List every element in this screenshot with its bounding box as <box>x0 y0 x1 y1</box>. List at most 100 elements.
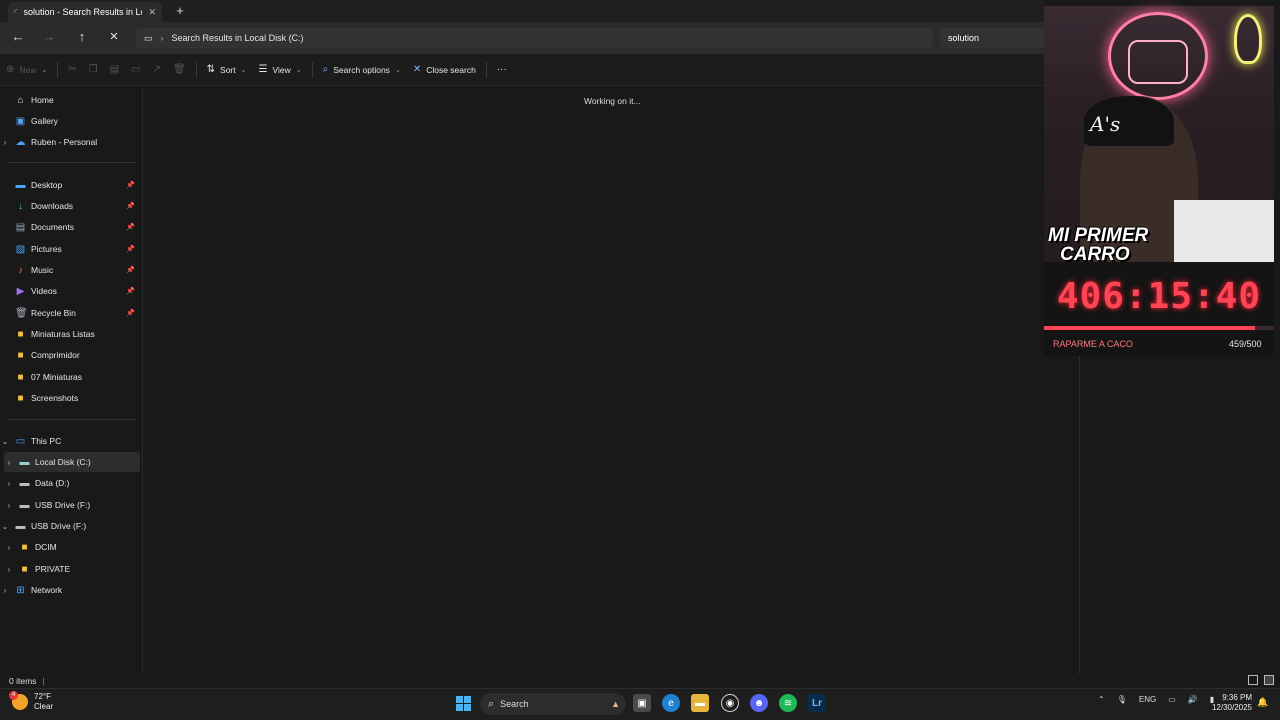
sidebar-item-desktop[interactable]: ▬ Desktop 📌 <box>0 175 140 195</box>
sidebar-divider <box>8 419 136 420</box>
view-toggle <box>1248 675 1274 685</box>
weather-widget[interactable]: 4 72°F Clear <box>9 691 54 712</box>
sidebar-item-onedrive[interactable]: › ☁ Ruben - Personal <box>0 132 140 152</box>
chevron-down-icon[interactable]: ⌄ <box>0 522 10 531</box>
sort-button[interactable]: ⇅ Sort ⌄ <box>201 58 253 82</box>
sidebar-item-home[interactable]: ⌂ Home <box>0 90 140 110</box>
taskbar-search[interactable]: ⌕ Search ▲ <box>480 693 626 715</box>
delete-icon[interactable]: 🗑 <box>167 58 192 82</box>
chevron-right-icon[interactable]: › <box>0 138 10 147</box>
notification-bell-icon[interactable]: 🔔 <box>1257 697 1268 708</box>
view-button[interactable]: ☰ View ⌄ <box>253 58 308 82</box>
document-icon: ▤ <box>15 221 26 233</box>
explorer-tab[interactable]: ◜ solution - Search Results in Lo ✕ <box>8 2 162 22</box>
forward-arrow-icon[interactable]: → <box>39 27 59 47</box>
chevron-up-icon[interactable]: ⌃ <box>1098 695 1105 704</box>
sidebar-item-private[interactable]: › ■ PRIVATE <box>4 559 144 579</box>
task-view-icon[interactable]: ▣ <box>633 694 651 712</box>
folder-icon: ■ <box>17 392 24 404</box>
chevron-right-icon[interactable]: › <box>0 586 10 595</box>
sidebar-item-recycle-bin[interactable]: 🗑 Recycle Bin 📌 <box>0 303 140 323</box>
sidebar-item-miniaturas-listas[interactable]: ■ Miniaturas Listas <box>0 324 140 344</box>
sidebar-item-downloads[interactable]: ↓ Downloads 📌 <box>0 196 140 216</box>
close-search-button[interactable]: ✕ Close search <box>407 58 482 82</box>
streamer-shirt <box>1174 200 1274 262</box>
stop-loading-icon[interactable]: ✕ <box>104 27 124 47</box>
ellipsis-icon: ··· <box>496 64 507 75</box>
sidebar-item-this-pc[interactable]: ⌄ ▭ This PC <box>0 431 140 451</box>
share-icon[interactable]: ↗ <box>147 58 167 82</box>
pin-icon[interactable]: 📌 <box>126 223 135 231</box>
new-tab-button[interactable]: + <box>172 3 188 19</box>
toolbar-divider <box>57 61 59 78</box>
paste-icon[interactable]: ▤ <box>104 58 125 82</box>
pin-icon[interactable]: 📌 <box>126 181 135 189</box>
chevron-right-icon[interactable]: › <box>4 479 14 488</box>
windows-logo-icon <box>455 695 471 711</box>
lightroom-icon[interactable]: Lr <box>808 694 826 712</box>
chevron-right-icon[interactable]: › <box>4 543 14 552</box>
system-clock[interactable]: 9:36 PM 12/30/2025 <box>1208 693 1252 713</box>
tiles-view-icon[interactable] <box>1264 675 1274 685</box>
sidebar-item-documents[interactable]: ▤ Documents 📌 <box>0 217 140 237</box>
start-button[interactable] <box>454 694 472 712</box>
back-arrow-icon[interactable]: ← <box>8 27 28 47</box>
close-icon: ✕ <box>412 64 422 75</box>
pin-icon[interactable]: 📌 <box>126 245 135 253</box>
pin-icon[interactable]: 📌 <box>126 266 135 274</box>
chevron-right-icon[interactable]: › <box>4 565 14 574</box>
volume-icon[interactable]: 🔊 <box>1188 695 1198 704</box>
status-bar: 0 items | <box>0 674 1280 688</box>
rename-icon[interactable]: ▭ <box>125 58 146 82</box>
sidebar-item-label: Music <box>31 265 54 275</box>
sidebar-item-07-miniaturas[interactable]: ■ 07 Miniaturas <box>0 367 140 387</box>
sidebar-item-network[interactable]: › ⊞ Network <box>0 580 140 600</box>
sidebar-item-music[interactable]: ♪ Music 📌 <box>0 260 140 280</box>
sidebar-item-usb-drive-root[interactable]: ⌄ ▬ USB Drive (F:) <box>0 516 140 536</box>
network-icon[interactable]: ▭ <box>1168 695 1176 704</box>
close-tab-icon[interactable]: ✕ <box>148 7 156 18</box>
sidebar-item-comprimidor[interactable]: ■ Comprimidor <box>0 345 140 365</box>
new-button[interactable]: ⊕ New ⌄ <box>0 58 53 82</box>
pin-icon[interactable]: 📌 <box>126 309 135 317</box>
sidebar-item-local-disk-c[interactable]: › ▬ Local Disk (C:) <box>4 452 140 472</box>
chevron-down-icon: ⌄ <box>394 66 401 74</box>
sidebar-item-dcim[interactable]: › ■ DCIM <box>4 537 144 557</box>
promo-banner: MI PRIMER CARRO <box>1048 226 1148 264</box>
address-bar[interactable]: ▭ › Search Results in Local Disk (C:) <box>136 28 933 48</box>
edge-browser-icon[interactable]: e <box>662 694 680 712</box>
chevron-right-icon[interactable]: › <box>4 501 14 510</box>
sidebar-item-screenshots[interactable]: ■ Screenshots <box>0 388 140 408</box>
search-options-button[interactable]: ⌕ Search options ⌄ <box>317 58 407 82</box>
loading-icon: ◜ <box>14 6 18 17</box>
search-options-label: Search options <box>333 64 390 75</box>
file-explorer-icon[interactable]: ▬ <box>691 694 709 712</box>
sidebar-item-usb-drive-f[interactable]: › ▬ USB Drive (F:) <box>4 495 144 515</box>
details-view-icon[interactable] <box>1248 675 1258 685</box>
sidebar-item-label: PRIVATE <box>35 564 71 574</box>
sidebar-item-pictures[interactable]: ▨ Pictures 📌 <box>0 239 140 259</box>
folder-icon: ■ <box>21 563 28 575</box>
language-indicator[interactable]: ENG <box>1139 695 1156 704</box>
sidebar-item-data-d[interactable]: › ▬ Data (D:) <box>4 473 144 493</box>
search-input[interactable]: solution <box>940 28 1044 48</box>
sidebar-item-gallery[interactable]: ▣ Gallery <box>0 111 140 131</box>
chevron-right-icon[interactable]: › <box>4 458 14 467</box>
discord-icon[interactable]: ☻ <box>750 694 768 712</box>
sidebar-item-label: Miniaturas Listas <box>31 329 95 339</box>
loading-message: Working on it... <box>584 96 641 106</box>
sidebar-item-videos[interactable]: ▶ Videos 📌 <box>0 281 140 301</box>
spotify-icon[interactable]: ≋ <box>779 694 797 712</box>
address-path: Search Results in Local Disk (C:) <box>171 33 304 43</box>
cut-icon[interactable]: ✂ <box>62 58 82 82</box>
file-list-pane[interactable] <box>144 87 1080 674</box>
up-arrow-icon[interactable]: ↑ <box>72 27 92 47</box>
pin-icon[interactable]: 📌 <box>126 287 135 295</box>
pin-icon[interactable]: 📌 <box>126 202 135 210</box>
weather-desc: Clear <box>34 702 54 711</box>
more-options-button[interactable]: ··· <box>491 58 513 82</box>
microphone-icon[interactable]: 🎙 <box>1117 695 1127 704</box>
chevron-down-icon[interactable]: ⌄ <box>0 437 10 446</box>
obs-icon[interactable]: ◉ <box>721 694 739 712</box>
copy-icon[interactable]: ❐ <box>83 58 104 82</box>
